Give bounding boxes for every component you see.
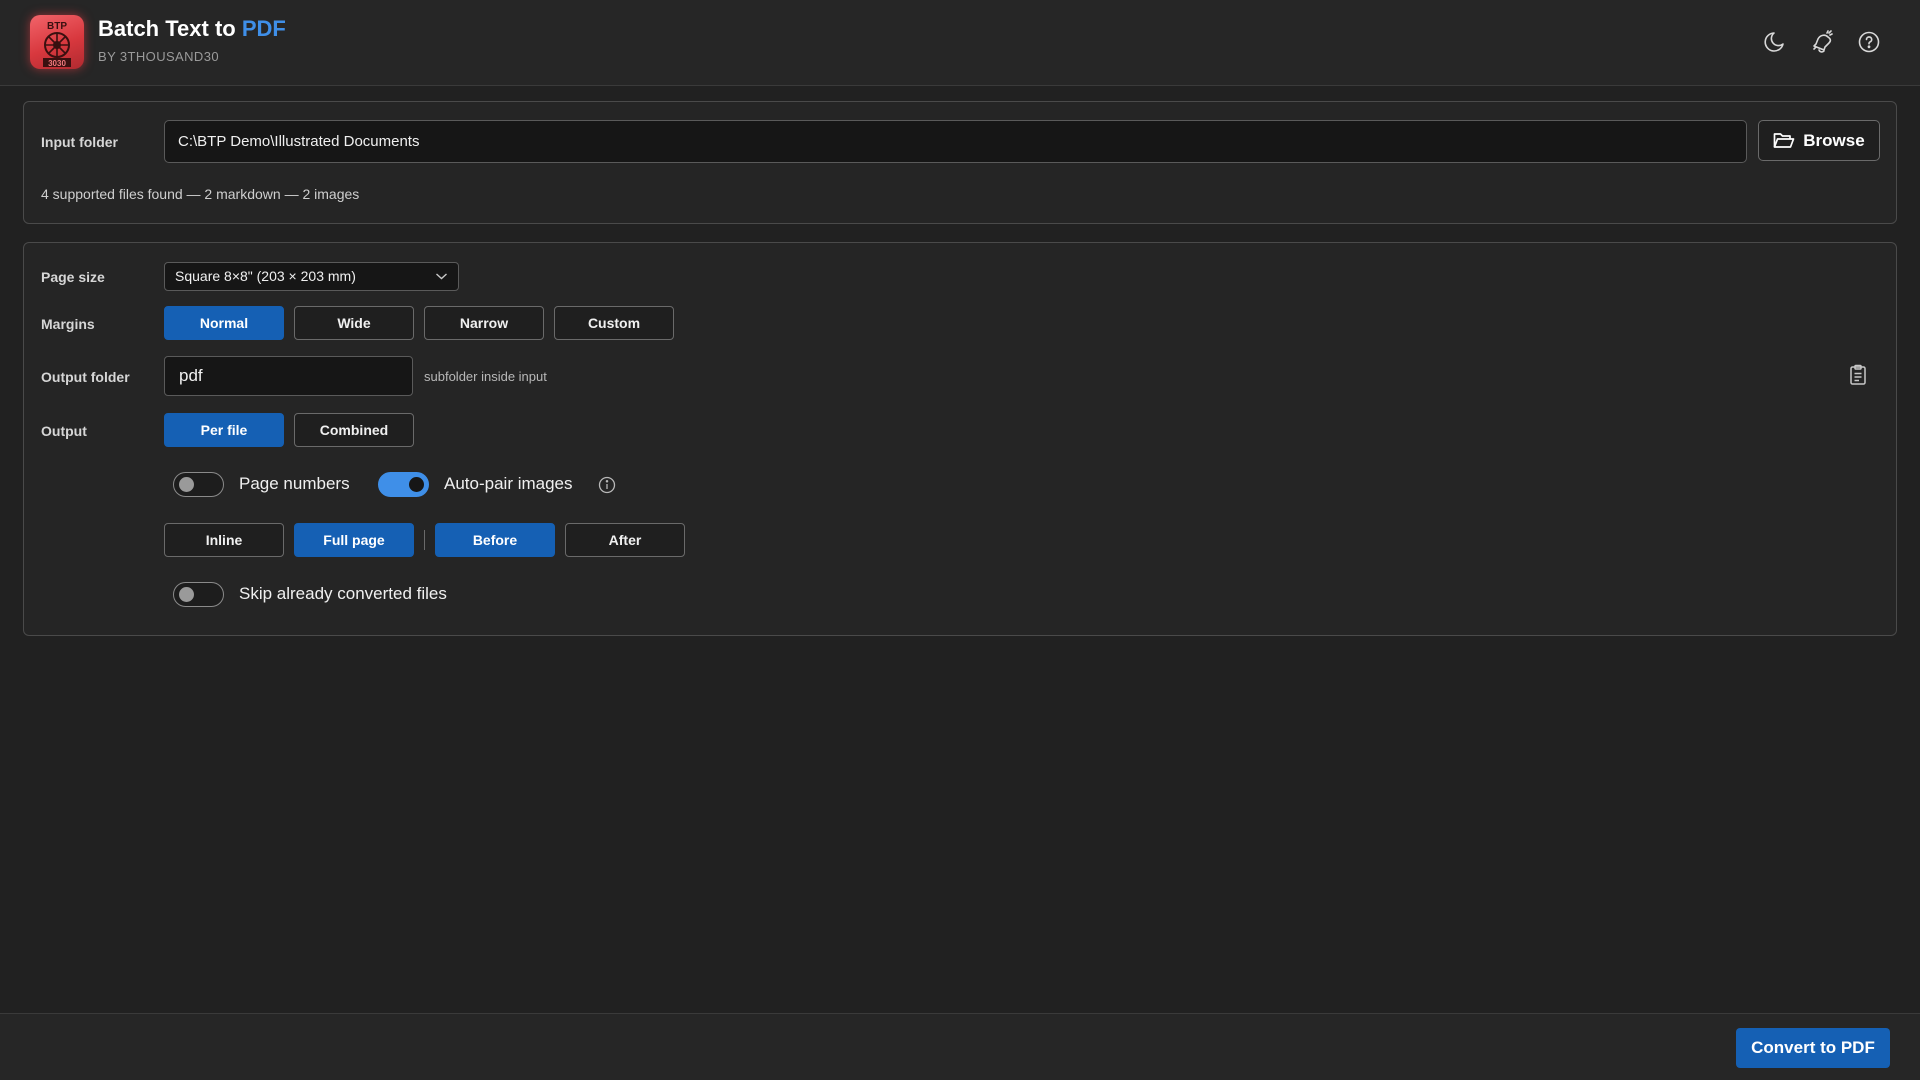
- toggle-knob: [179, 587, 194, 602]
- input-folder-field[interactable]: C:\BTP Demo\Illustrated Documents: [164, 120, 1747, 163]
- app-title-main: Batch Text to: [98, 16, 242, 41]
- input-folder-label: Input folder: [41, 134, 118, 150]
- convert-to-pdf-button[interactable]: Convert to PDF: [1736, 1028, 1890, 1068]
- files-found-status: 4 supported files found — 2 markdown — 2…: [41, 186, 360, 202]
- auto-pair-images-toggle[interactable]: [378, 472, 429, 497]
- app-header: BTP 3030 Batch Text to PDF BY 3THOUSAND3…: [0, 0, 1920, 86]
- margins-narrow-button[interactable]: Narrow: [424, 306, 544, 340]
- image-after-button[interactable]: After: [565, 523, 685, 557]
- browse-label: Browse: [1803, 130, 1865, 150]
- margins-normal-button[interactable]: Normal: [164, 306, 284, 340]
- page-size-label: Page size: [41, 269, 105, 285]
- output-label: Output: [41, 423, 87, 439]
- image-before-button[interactable]: Before: [435, 523, 555, 557]
- bell-icon[interactable]: [1810, 30, 1834, 54]
- moon-icon[interactable]: [1762, 30, 1786, 54]
- page-numbers-label: Page numbers: [239, 474, 350, 493]
- segment-divider: [424, 530, 425, 550]
- settings-card: Page size Square 8×8" (203 × 203 mm) Mar…: [23, 242, 1897, 636]
- output-folder-hint: subfolder inside input: [424, 369, 547, 384]
- output-folder-label: Output folder: [41, 369, 130, 385]
- footer-bar: Convert to PDF: [0, 1013, 1920, 1080]
- app-logo: BTP 3030: [30, 15, 84, 69]
- output-folder-field[interactable]: pdf: [164, 356, 413, 396]
- skip-converted-toggle[interactable]: [173, 582, 224, 607]
- page-size-select[interactable]: Square 8×8" (203 × 203 mm): [164, 262, 459, 291]
- skip-converted-label: Skip already converted files: [239, 584, 447, 603]
- app-title: Batch Text to PDF: [98, 16, 286, 42]
- clipboard-icon[interactable]: [1848, 364, 1868, 391]
- folder-open-icon: [1773, 132, 1795, 148]
- logo-text-bottom: 3030: [48, 59, 66, 68]
- margins-label: Margins: [41, 316, 95, 332]
- auto-pair-images-label: Auto-pair images: [444, 474, 573, 493]
- output-combined-button[interactable]: Combined: [294, 413, 414, 447]
- page-numbers-toggle[interactable]: [173, 472, 224, 497]
- app-subtitle: BY 3THOUSAND30: [98, 49, 219, 64]
- browse-button[interactable]: Browse: [1758, 120, 1880, 161]
- toggle-knob: [179, 477, 194, 492]
- input-card: Input folder C:\BTP Demo\Illustrated Doc…: [23, 101, 1897, 224]
- chevron-down-icon: [436, 273, 447, 280]
- image-full-page-button[interactable]: Full page: [294, 523, 414, 557]
- margins-custom-button[interactable]: Custom: [554, 306, 674, 340]
- output-per-file-button[interactable]: Per file: [164, 413, 284, 447]
- app-title-accent: PDF: [241, 16, 286, 41]
- margins-wide-button[interactable]: Wide: [294, 306, 414, 340]
- info-icon[interactable]: [598, 476, 616, 499]
- logo-text-top: BTP: [47, 21, 67, 32]
- image-inline-button[interactable]: Inline: [164, 523, 284, 557]
- help-icon[interactable]: [1857, 30, 1881, 54]
- page-size-value: Square 8×8" (203 × 203 mm): [175, 268, 356, 284]
- toggle-knob: [409, 477, 424, 492]
